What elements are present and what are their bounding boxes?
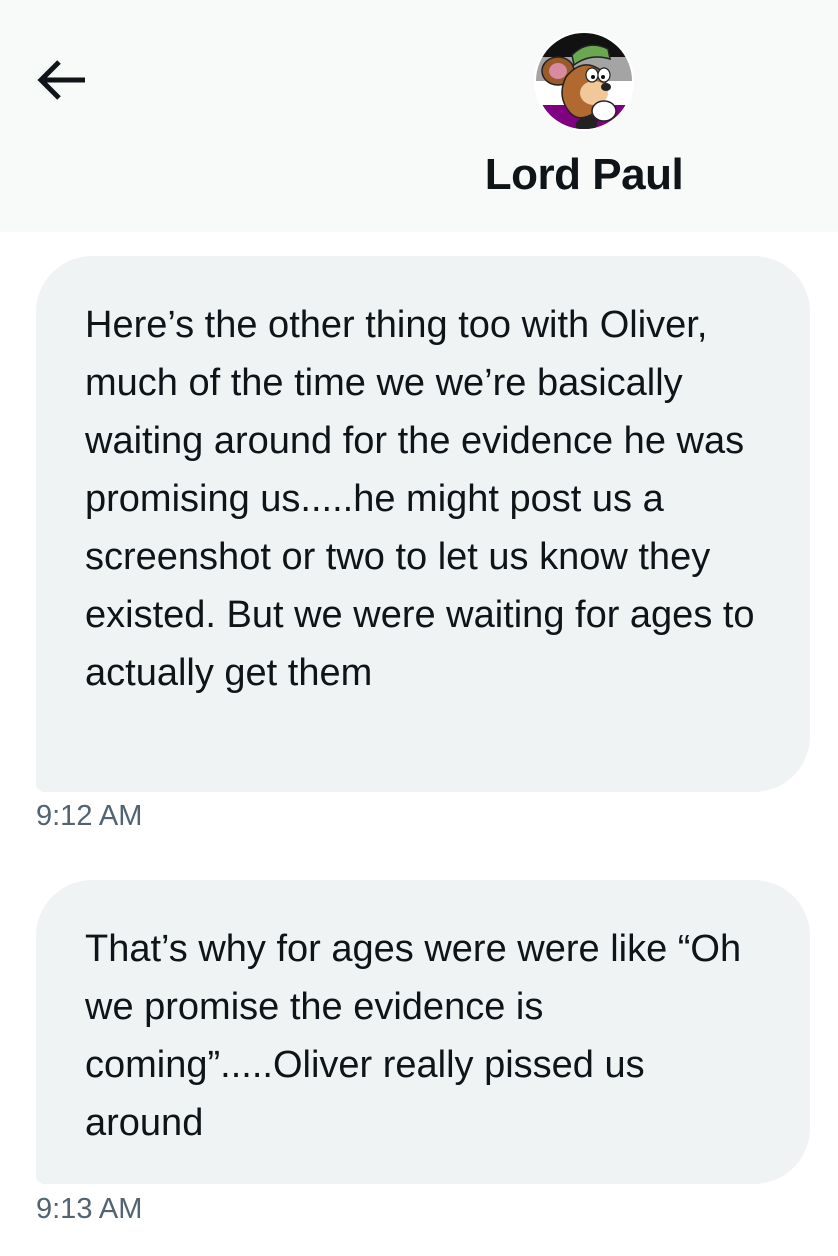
cartoon-avatar: [536, 33, 632, 129]
conversation-header: Lord Paul: [0, 0, 838, 232]
avatar[interactable]: [536, 33, 632, 129]
message-bubble[interactable]: That’s why for ages were were like “Oh w…: [36, 880, 810, 1184]
contact-name[interactable]: Lord Paul: [400, 150, 768, 200]
message-timestamp: 9:13 AM: [36, 1193, 143, 1225]
message-bubble[interactable]: Here’s the other thing too with Oliver, …: [36, 256, 810, 792]
arrow-left-icon: [37, 60, 85, 100]
message-timestamp: 9:12 AM: [36, 800, 143, 832]
back-button[interactable]: [30, 52, 92, 108]
